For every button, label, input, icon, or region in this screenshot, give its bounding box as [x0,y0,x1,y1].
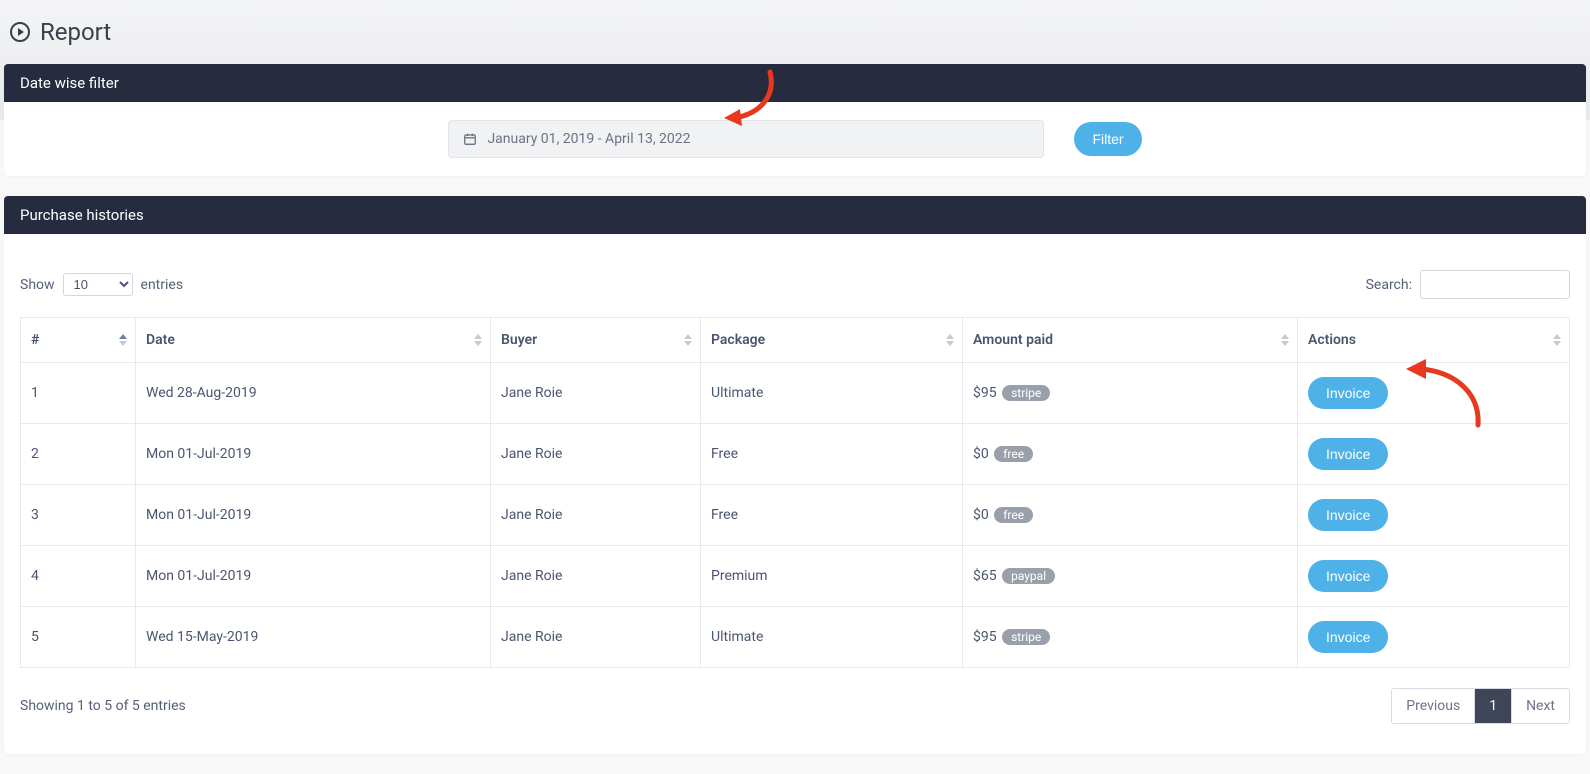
col-header-amount[interactable]: Amount paid [963,318,1298,363]
invoice-button[interactable]: Invoice [1308,560,1388,592]
sort-icon [119,334,127,346]
filter-row: January 01, 2019 - April 13, 2022 Filter [20,120,1570,158]
cell-buyer: Jane Roie [491,546,701,607]
show-label-pre: Show [20,277,55,293]
date-filter-card: Date wise filter January 01, 2019 - Apri… [4,64,1586,176]
page-title-row: Report [0,0,1590,64]
cell-actions: Invoice [1298,546,1570,607]
date-filter-header: Date wise filter [4,64,1586,102]
table-row: 3Mon 01-Jul-2019Jane RoieFree$0 free Invo… [21,485,1570,546]
filter-button[interactable]: Filter [1074,122,1141,156]
pagination: Previous 1 Next [1391,688,1570,724]
table-row: 4Mon 01-Jul-2019Jane RoiePremium$65 payp… [21,546,1570,607]
cell-amount: $95 stripe [963,363,1298,424]
cell-amount: $95 stripe [963,607,1298,668]
invoice-button[interactable]: Invoice [1308,438,1388,470]
table-row: 5Wed 15-May-2019Jane RoieUltimate$95 str… [21,607,1570,668]
cell-num: 4 [21,546,136,607]
cell-date: Mon 01-Jul-2019 [136,424,491,485]
sort-icon [1553,334,1561,346]
calendar-icon [463,132,477,146]
payment-method-badge: stripe [1002,385,1050,401]
cell-num: 3 [21,485,136,546]
cell-buyer: Jane Roie [491,363,701,424]
pagination-page-1[interactable]: 1 [1474,689,1511,723]
cell-date: Wed 15-May-2019 [136,607,491,668]
search-label: Search: [1366,277,1412,293]
sort-icon [684,334,692,346]
invoice-button[interactable]: Invoice [1308,621,1388,653]
cell-package: Ultimate [701,363,963,424]
cell-actions: Invoice [1298,424,1570,485]
invoice-button[interactable]: Invoice [1308,499,1388,531]
sort-icon [946,334,954,346]
entries-length-control: Show 10 entries [20,273,183,296]
cell-date: Mon 01-Jul-2019 [136,546,491,607]
cell-amount: $0 free [963,424,1298,485]
purchase-histories-header: Purchase histories [4,196,1586,234]
cell-buyer: Jane Roie [491,485,701,546]
cell-num: 2 [21,424,136,485]
col-header-date[interactable]: Date [136,318,491,363]
col-header-buyer[interactable]: Buyer [491,318,701,363]
col-header-actions: Actions [1298,318,1570,363]
entries-select[interactable]: 10 [63,273,133,296]
cell-num: 1 [21,363,136,424]
table-row: 1Wed 28-Aug-2019Jane RoieUltimate$95 str… [21,363,1570,424]
purchase-histories-card: Purchase histories Show 10 entries Searc… [4,196,1586,754]
cell-package: Ultimate [701,607,963,668]
pagination-next[interactable]: Next [1511,689,1569,723]
search-control: Search: [1366,270,1570,299]
cell-buyer: Jane Roie [491,424,701,485]
payment-method-badge: paypal [1002,568,1055,584]
cell-package: Free [701,424,963,485]
invoice-button[interactable]: Invoice [1308,377,1388,409]
arrow-right-circle-icon [10,22,30,42]
page-title: Report [40,18,111,46]
cell-num: 5 [21,607,136,668]
sort-icon [1281,334,1289,346]
cell-actions: Invoice [1298,363,1570,424]
cell-date: Wed 28-Aug-2019 [136,363,491,424]
cell-actions: Invoice [1298,607,1570,668]
date-range-input[interactable]: January 01, 2019 - April 13, 2022 [448,120,1044,158]
table-info: Showing 1 to 5 of 5 entries [20,698,186,714]
search-input[interactable] [1420,270,1570,299]
show-label-post: entries [141,277,184,293]
pagination-prev[interactable]: Previous [1392,689,1474,723]
payment-method-badge: stripe [1002,629,1050,645]
sort-icon [474,334,482,346]
cell-amount: $65 paypal [963,546,1298,607]
cell-package: Premium [701,546,963,607]
col-header-num[interactable]: # [21,318,136,363]
payment-method-badge: free [994,507,1033,523]
purchase-table: # Date Buyer [20,317,1570,668]
payment-method-badge: free [994,446,1033,462]
cell-actions: Invoice [1298,485,1570,546]
cell-date: Mon 01-Jul-2019 [136,485,491,546]
col-header-package[interactable]: Package [701,318,963,363]
cell-buyer: Jane Roie [491,607,701,668]
cell-package: Free [701,485,963,546]
date-range-value: January 01, 2019 - April 13, 2022 [487,131,690,147]
table-row: 2Mon 01-Jul-2019Jane RoieFree$0 free Invo… [21,424,1570,485]
cell-amount: $0 free [963,485,1298,546]
